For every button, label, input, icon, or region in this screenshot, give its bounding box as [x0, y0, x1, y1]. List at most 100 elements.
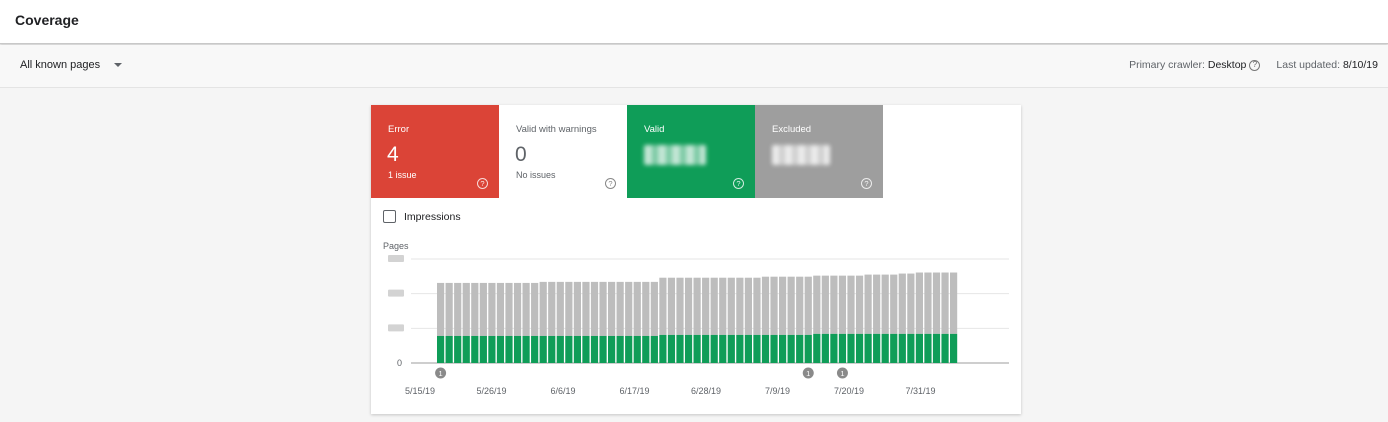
- bar-excluded: [505, 282, 513, 336]
- bar-valid: [659, 334, 667, 363]
- bar-excluded: [659, 277, 667, 335]
- bar-valid: [898, 333, 906, 363]
- bar-excluded: [932, 272, 941, 334]
- tile-warnings-help-icon[interactable]: ?: [605, 178, 616, 189]
- bar-valid: [864, 333, 872, 363]
- bar-valid: [625, 335, 633, 363]
- bar-valid: [650, 335, 658, 363]
- crawler-value: Desktop: [1207, 59, 1247, 71]
- bar-valid: [736, 334, 744, 363]
- page-title: Coverage: [15, 12, 79, 28]
- tile-valid-help-icon[interactable]: ?: [733, 178, 744, 189]
- impressions-checkbox[interactable]: [383, 210, 396, 223]
- bar-valid: [950, 333, 958, 363]
- bar-excluded: [779, 276, 787, 335]
- bar-excluded: [898, 273, 906, 334]
- bar-excluded: [907, 273, 915, 334]
- bar-valid: [744, 334, 752, 363]
- crawler-help-icon[interactable]: ?: [1249, 59, 1261, 71]
- bar-valid: [924, 333, 932, 363]
- tile-excluded-help-icon[interactable]: ?: [861, 178, 872, 189]
- bar-excluded: [710, 277, 718, 335]
- bar-valid: [702, 334, 710, 363]
- tile-valid[interactable]: Valid ?: [627, 105, 755, 198]
- bar-valid: [616, 335, 624, 363]
- filter-bar: All known pages Primary crawler: Desktop…: [0, 45, 1388, 88]
- tile-error-value: 4: [387, 143, 399, 166]
- bar-valid: [684, 334, 693, 363]
- page-filter-label: All known pages: [20, 59, 101, 71]
- bar-excluded: [821, 275, 829, 334]
- bar-excluded: [625, 281, 633, 336]
- bar-excluded: [616, 281, 624, 336]
- bar-valid: [496, 335, 505, 363]
- impressions-toggle[interactable]: Impressions: [383, 210, 461, 223]
- coverage-chart: Pages 0 1 1 1 5/15/19 5/26/19 6/6/19 6/17/19 6…: [383, 241, 1009, 396]
- x-tick-label: 5/15/19: [405, 386, 435, 396]
- bar-valid: [505, 335, 513, 363]
- bar-excluded: [770, 276, 778, 335]
- tile-warnings[interactable]: Valid with warnings 0 No issues ?: [499, 105, 627, 198]
- bar-valid: [804, 334, 812, 363]
- tile-error-help-icon[interactable]: ?: [477, 178, 488, 189]
- bar-excluded: [855, 275, 864, 334]
- bar-excluded: [599, 281, 607, 336]
- bar-excluded: [702, 277, 710, 335]
- crawl-meta: Primary crawler: Desktop ? Last updated:…: [1129, 59, 1378, 71]
- bar-valid: [531, 335, 539, 363]
- bar-valid: [719, 334, 727, 363]
- updated-value: 8/10/19: [1342, 59, 1378, 71]
- bar-valid: [813, 333, 821, 363]
- bar-valid: [796, 334, 804, 363]
- annotation-marker-label: 1: [840, 369, 844, 378]
- bar-valid: [454, 335, 462, 363]
- x-tick-label: 7/20/19: [834, 386, 864, 396]
- tile-warnings-label: Valid with warnings: [516, 124, 597, 135]
- bar-excluded: [539, 281, 547, 336]
- bar-excluded: [445, 282, 453, 336]
- bar-excluded: [590, 281, 599, 336]
- bar-valid: [676, 334, 684, 363]
- x-tick-label: 6/17/19: [619, 386, 649, 396]
- bar-excluded: [761, 276, 770, 335]
- tile-excluded-blurred-value: [772, 145, 830, 165]
- tile-error[interactable]: Error 4 1 issue ?: [371, 105, 499, 198]
- bar-excluded: [830, 275, 838, 334]
- tile-warnings-sub: No issues: [516, 170, 556, 180]
- bar-valid: [539, 335, 547, 363]
- y-tick-redacted: [388, 255, 404, 262]
- bar-excluded: [950, 272, 958, 334]
- tile-warnings-value: 0: [515, 143, 527, 166]
- chart-annotations: 1 1 1: [435, 367, 848, 379]
- bar-valid: [479, 335, 487, 363]
- bar-excluded: [522, 282, 530, 336]
- bar-excluded: [736, 277, 744, 335]
- y-tick-redacted: [388, 289, 404, 297]
- x-tick-label: 7/31/19: [905, 386, 935, 396]
- y-axis-label: Pages: [383, 241, 409, 251]
- bar-excluded: [813, 275, 821, 334]
- bar-excluded: [608, 281, 616, 336]
- bar-valid: [573, 335, 581, 363]
- tile-valid-blurred-value: [644, 145, 706, 165]
- bar-valid: [608, 335, 616, 363]
- y-tick-label: 0: [397, 358, 402, 368]
- bar-excluded: [556, 281, 564, 336]
- bar-excluded: [719, 277, 727, 335]
- bar-valid: [932, 333, 941, 363]
- bar-valid: [565, 335, 573, 363]
- page-filter-dropdown[interactable]: All known pages: [20, 59, 123, 71]
- impressions-label: Impressions: [404, 210, 461, 223]
- bar-valid: [462, 335, 470, 363]
- bar-excluded: [941, 272, 949, 334]
- x-tick-label: 5/26/19: [476, 386, 506, 396]
- y-tick-labels: 0: [388, 255, 404, 368]
- bar-valid: [779, 334, 787, 363]
- bar-valid: [830, 333, 838, 363]
- tile-excluded[interactable]: Excluded ?: [755, 105, 883, 198]
- x-tick-label: 6/6/19: [550, 386, 575, 396]
- x-tick-labels: 5/15/19 5/26/19 6/6/19 6/17/19 6/28/19 7/9/19…: [405, 386, 936, 396]
- bar-valid: [907, 333, 915, 363]
- bar-excluded: [513, 282, 522, 336]
- bar-valid: [667, 334, 676, 363]
